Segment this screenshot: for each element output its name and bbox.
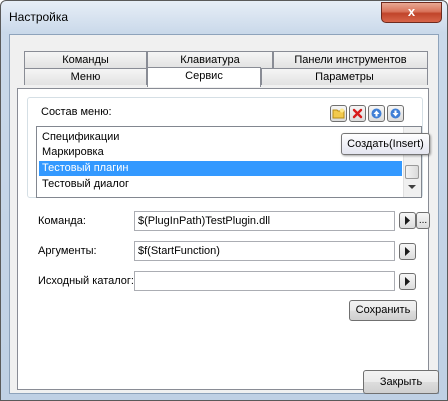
move-up-button[interactable]	[368, 105, 385, 122]
list-item-selected[interactable]: Тестовый плагин	[39, 161, 402, 176]
triangle-right-icon	[405, 247, 410, 256]
create-button[interactable]	[330, 105, 347, 122]
menu-composition-label: Состав меню:	[41, 106, 112, 118]
tab-keyboard[interactable]: Клавиатура	[147, 51, 273, 68]
move-down-button[interactable]	[387, 105, 404, 122]
scrollbar-thumb[interactable]	[405, 165, 419, 179]
arrow-up-icon	[371, 108, 382, 119]
close-icon: x	[407, 4, 416, 19]
initial-directory-insert-button[interactable]	[399, 273, 416, 290]
arguments-insert-button[interactable]	[399, 243, 416, 260]
list-item[interactable]: Тестовый диалог	[39, 177, 402, 192]
delete-button[interactable]	[349, 105, 366, 122]
arguments-label: Аргументы:	[38, 245, 97, 257]
tab-toolbars[interactable]: Панели инструментов	[273, 51, 428, 68]
browse-button[interactable]: ...	[416, 212, 430, 229]
delete-icon	[352, 108, 363, 119]
title-bar[interactable]: Настройка x	[1, 1, 447, 34]
window-title: Настройка	[9, 10, 69, 24]
tab-parameters[interactable]: Параметры	[261, 68, 428, 85]
tooltip: Создать(Insert)	[341, 133, 430, 155]
scroll-down-arrow-icon[interactable]	[408, 185, 416, 189]
command-label: Команда:	[38, 215, 86, 227]
save-button[interactable]: Сохранить	[349, 300, 417, 321]
initial-directory-label: Исходный каталог:	[38, 275, 134, 287]
command-insert-button[interactable]	[399, 212, 416, 229]
tab-menu[interactable]: Меню	[24, 68, 147, 85]
arrow-down-icon	[390, 108, 401, 119]
settings-window: Настройка x Команды Клавиатура Панели ин…	[0, 0, 448, 401]
command-field[interactable]: $(PlugInPath)TestPlugin.dll	[134, 211, 395, 231]
tab-commands[interactable]: Команды	[24, 51, 147, 68]
triangle-right-icon	[405, 216, 410, 225]
close-button[interactable]: Закрыть	[363, 370, 439, 394]
initial-directory-field[interactable]	[134, 271, 395, 291]
arguments-field[interactable]: $f(StartFunction)	[134, 241, 395, 261]
close-window-button[interactable]: x	[381, 2, 442, 23]
triangle-right-icon	[405, 277, 410, 286]
folder-create-icon	[332, 108, 345, 119]
tab-service[interactable]: Сервис	[147, 67, 261, 87]
